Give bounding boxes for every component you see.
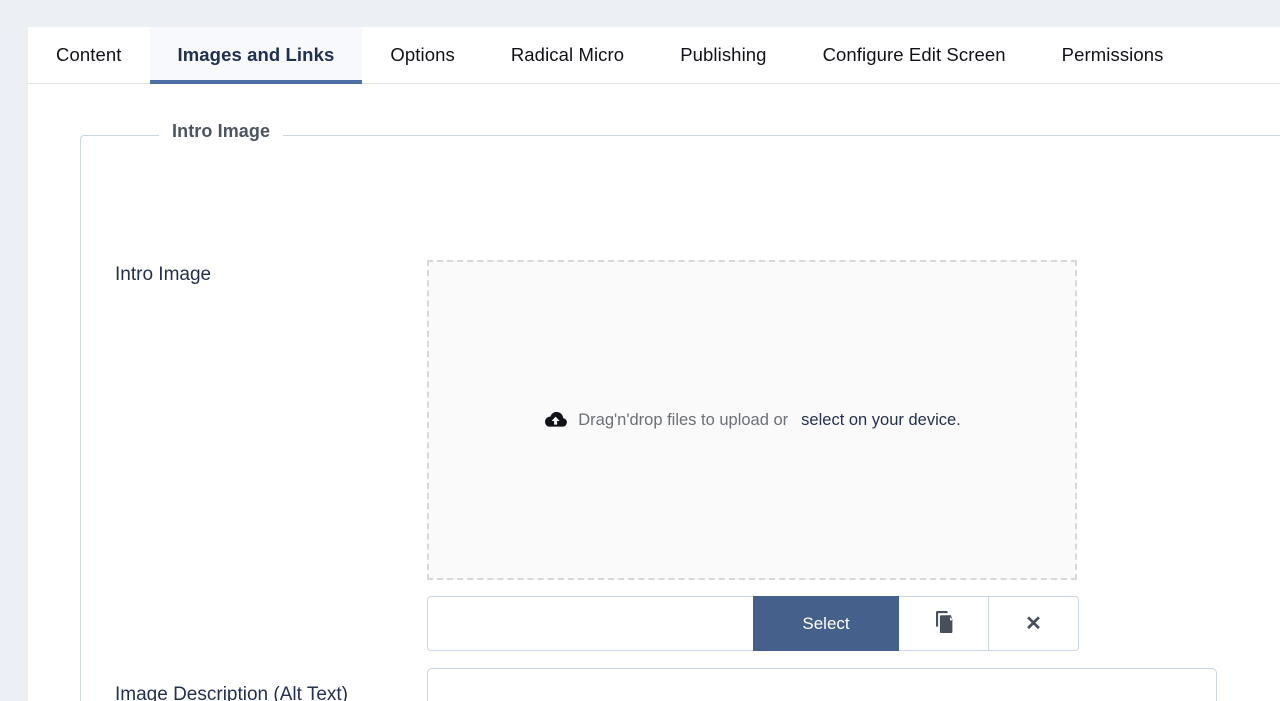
field-row-alt-text: Image Description (Alt Text) bbox=[115, 668, 1217, 701]
tab-publishing[interactable]: Publishing bbox=[652, 27, 794, 83]
tab-images-and-links[interactable]: Images and Links bbox=[149, 27, 363, 84]
alt-text-input[interactable] bbox=[427, 668, 1217, 701]
intro-image-label: Intro Image bbox=[115, 264, 212, 285]
fieldset-legend: Intro Image bbox=[159, 121, 284, 142]
content-surface: Content Images and Links Options Radical… bbox=[28, 27, 1280, 701]
tab-content[interactable]: Content bbox=[28, 27, 150, 83]
dropzone-hint-text: Drag'n'drop files to upload or bbox=[578, 410, 789, 429]
alt-text-label: Image Description (Alt Text) bbox=[115, 684, 349, 701]
media-input-group: Select ✕ bbox=[427, 596, 1079, 651]
tab-label: Radical Micro bbox=[510, 44, 625, 65]
select-button[interactable]: Select bbox=[753, 596, 899, 651]
copy-icon bbox=[934, 611, 954, 636]
file-dropzone[interactable]: Drag'n'drop files to upload or select on… bbox=[427, 260, 1077, 580]
tab-label: Images and Links bbox=[177, 44, 335, 65]
tab-permissions[interactable]: Permissions bbox=[1034, 27, 1192, 83]
cloud-upload-icon bbox=[543, 410, 568, 430]
tab-label: Content bbox=[56, 44, 122, 65]
form-body: Intro Image Intro Image Drag'n'drop file… bbox=[28, 84, 1280, 701]
tab-label: Permissions bbox=[1061, 44, 1164, 65]
tab-label: Configure Edit Screen bbox=[822, 44, 1006, 65]
tab-bar: Content Images and Links Options Radical… bbox=[28, 27, 1280, 84]
dropzone-inner: Drag'n'drop files to upload or select on… bbox=[543, 410, 961, 430]
tab-radical-micro[interactable]: Radical Micro bbox=[483, 27, 652, 83]
media-path-input[interactable] bbox=[427, 596, 753, 651]
copy-button[interactable] bbox=[899, 596, 989, 651]
field-row-intro-image: Intro Image Drag'n'drop files to upload … bbox=[115, 260, 1079, 651]
intro-image-fieldset: Intro Image Intro Image Drag'n'drop file… bbox=[80, 121, 1280, 701]
app-root: Content Images and Links Options Radical… bbox=[0, 0, 1280, 701]
tab-configure-edit-screen[interactable]: Configure Edit Screen bbox=[795, 27, 1034, 83]
tab-options[interactable]: Options bbox=[362, 27, 482, 83]
clear-button[interactable]: ✕ bbox=[989, 596, 1079, 651]
tab-label: Options bbox=[390, 44, 455, 65]
media-field: Drag'n'drop files to upload or select on… bbox=[427, 260, 1079, 651]
tab-label: Publishing bbox=[680, 44, 767, 65]
select-on-device-link[interactable]: select on your device. bbox=[801, 411, 961, 430]
